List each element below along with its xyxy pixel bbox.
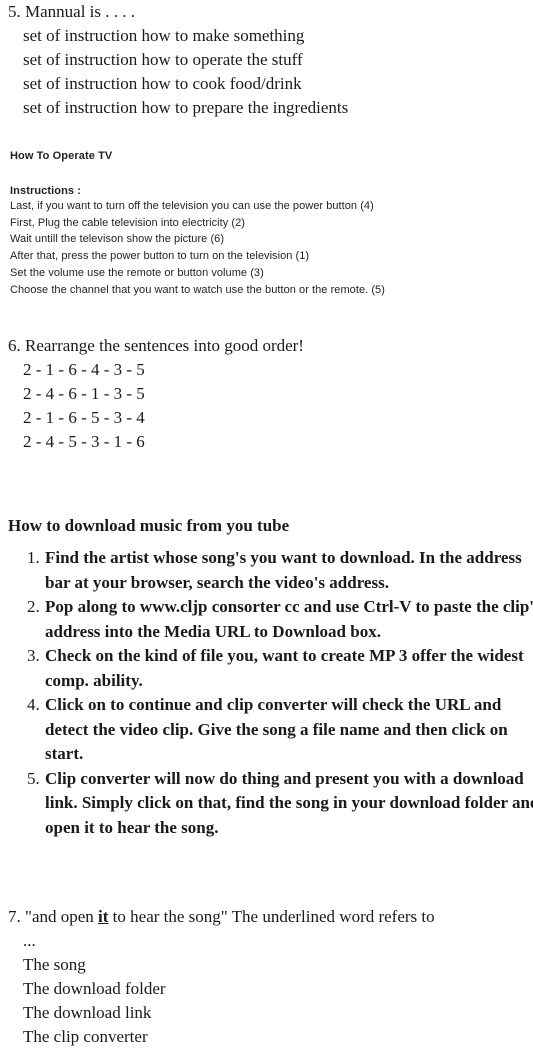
question-6: 6. Rearrange the sentences into good ord… <box>0 334 533 454</box>
list-item-number: 5. <box>27 768 40 788</box>
list-item-number: 3. <box>27 646 40 665</box>
passage-line: Last, if you want to turn off the televi… <box>10 200 374 212</box>
list-item: 5. Clip converter will now do thing and … <box>0 767 533 841</box>
list-item: 2. Pop along to www.cljp consorter cc an… <box>0 595 533 644</box>
download-steps-list: 1. Find the artist whose song's you want… <box>0 546 533 840</box>
list-item-number: 1. <box>27 548 40 567</box>
question-7-option[interactable]: The download folder <box>0 977 533 1001</box>
list-item-text: Check on the kind of file you, want to c… <box>45 646 524 690</box>
question-6-option[interactable]: 2 - 4 - 5 - 3 - 1 - 6 <box>0 430 533 454</box>
question-7-ellipsis: ... <box>23 931 36 950</box>
list-item-text: Find the artist whose song's you want to… <box>45 548 522 592</box>
question-5-option[interactable]: set of instruction how to prepare the in… <box>0 96 533 120</box>
passage-line: Choose the channel that you want to watc… <box>10 283 385 296</box>
question-6-option[interactable]: 2 - 1 - 6 - 5 - 3 - 4 <box>0 406 533 430</box>
question-7-stem-suffix: to hear the song" The underlined word re… <box>108 907 435 926</box>
question-6-option[interactable]: 2 - 4 - 6 - 1 - 3 - 5 <box>0 382 533 406</box>
list-item: 4. Click on to continue and clip convert… <box>0 693 533 767</box>
question-7-option[interactable]: The download link <box>0 1001 533 1025</box>
question-6-stem: 6. Rearrange the sentences into good ord… <box>8 336 304 355</box>
list-item-number: 2. <box>27 597 40 616</box>
reading-passage: How To Operate TV Instructions : Last, i… <box>10 149 520 298</box>
list-item-text: Click on to continue and clip converter … <box>45 695 508 763</box>
question-7-option[interactable]: The clip converter <box>0 1025 533 1049</box>
list-item-text: Pop along to www.cljp consorter cc and u… <box>45 597 533 641</box>
question-5: 5. Mannual is . . . . set of instruction… <box>0 0 533 120</box>
passage-line: Wait untill the televison show the pictu… <box>10 233 225 246</box>
list-item: 1. Find the artist whose song's you want… <box>0 546 533 595</box>
passage-title: How To Operate TV <box>10 150 113 162</box>
passage-line: After that, press the power button to tu… <box>10 250 310 263</box>
list-item-number: 4. <box>27 695 40 714</box>
question-5-option[interactable]: set of instruction how to make something <box>0 24 533 48</box>
passage-line: Set the volume use the remote or button … <box>10 266 264 279</box>
question-5-stem: 5. Mannual is . . . . <box>8 2 136 21</box>
question-7-stem: 7. "and open it to hear the song" The un… <box>0 905 533 929</box>
question-7: 7. "and open it to hear the song" The un… <box>0 905 533 1049</box>
question-7-stem-prefix: 7. "and open <box>8 907 99 926</box>
question-5-option[interactable]: set of instruction how to operate the st… <box>0 48 533 72</box>
question-6-option[interactable]: 2 - 1 - 6 - 4 - 3 - 5 <box>0 358 533 382</box>
question-7-underlined-word: it <box>98 907 109 926</box>
list-item: 3. Check on the kind of file you, want t… <box>0 644 533 693</box>
worksheet-page: { "question5": { "stem": "5. Mannual is … <box>0 0 533 1061</box>
passage-line: First, Plug the cable television into el… <box>10 216 245 229</box>
question-7-option[interactable]: The song <box>0 953 533 977</box>
list-item-text: Clip converter will now do thing and pre… <box>45 768 533 837</box>
download-section-heading: How to download music from you tube <box>8 516 290 536</box>
question-5-option[interactable]: set of instruction how to cook food/drin… <box>0 72 533 96</box>
passage-subtitle: Instructions : <box>10 185 82 197</box>
